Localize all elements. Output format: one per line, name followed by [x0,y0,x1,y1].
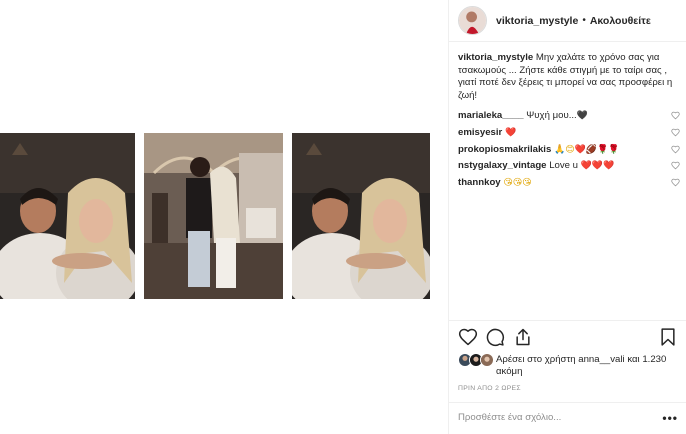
post-author-username[interactable]: viktoria_mystyle [496,15,578,27]
carousel-photo-1[interactable] [0,133,135,299]
football-emoji: 🏈 [585,143,598,154]
comment-username[interactable]: emisyesir [458,127,502,138]
rose-emoji: 🌹 [597,143,609,154]
post-actions [458,327,678,349]
post-media[interactable] [0,0,448,434]
comment-username[interactable]: marialeka____ [458,110,524,121]
carousel-photo-3[interactable] [292,133,430,299]
comments-list: viktoria_mystyle Μην χαλάτε το χρόνο σας… [458,52,680,192]
black-heart-emoji: 🖤 [576,110,588,121]
likes-text[interactable]: Αρέσει στο χρήστη anna__vali και 1.230 α… [496,353,678,378]
post-side-panel: viktoria_mystyle • Ακολουθείτε viktoria_… [448,0,686,434]
carousel-photo-2[interactable] [144,133,283,299]
photo-hug-image [144,133,283,299]
add-comment-divider [449,402,686,403]
comment-row: thannkoy 😘😘😘 [458,176,680,193]
following-button[interactable]: Ακολουθείτε [590,15,651,27]
photo-couple-image-2 [292,133,430,299]
comment-username[interactable]: nstygalaxy_vintage [458,160,547,171]
comment-row: marialeka____ Ψυχή μου...🖤 [458,109,680,126]
post-caption: viktoria_mystyle Μην χαλάτε το χρόνο σας… [458,52,680,102]
comment-text: Ψυχή μου... [523,110,577,122]
likes-summary[interactable]: Αρέσει στο χρήστη anna__vali και 1.230 α… [458,353,678,378]
comment-like-icon[interactable] [671,145,680,154]
folded-hands-emoji: 🙏 [553,143,566,154]
post-header: viktoria_mystyle • Ακολουθείτε [449,0,686,42]
bookmark-icon[interactable] [658,327,678,347]
comment-row: nstygalaxy_vintage Love u ❤️❤️❤️ [458,159,680,176]
kiss-emoji: 😘 [522,176,532,187]
red-heart-emoji: ❤️ [603,160,615,171]
kiss-emoji: 😘 [512,176,523,187]
red-heart-emoji: ❤️ [591,160,604,171]
red-heart-emoji: ❤️ [580,160,592,171]
photo-couple-image [0,133,135,299]
actions-divider [449,320,686,321]
avatar[interactable] [458,6,487,35]
post-timestamp[interactable]: ΠΡΙΝ ΑΠΟ 2 ΩΡΕΣ [458,385,521,392]
red-heart-emoji: ❤️ [504,126,517,137]
avatar [480,353,494,367]
speech-bubble-icon[interactable] [485,327,505,347]
caption-username[interactable]: viktoria_mystyle [458,52,533,63]
heart-outline-icon[interactable] [458,327,478,347]
comment-row: prokopiosmakrilakis 🙏😊❤️🏈🌹🌹 [458,143,680,160]
comment-like-icon[interactable] [671,111,680,120]
rose-emoji: 🌹 [608,143,620,154]
share-icon[interactable] [513,327,533,347]
comment-text: Love u [546,160,581,172]
red-heart-emoji: ❤️ [574,143,586,154]
liker-avatars [458,353,496,369]
more-options-icon[interactable]: ••• [662,412,678,424]
comment-like-icon[interactable] [671,128,680,137]
add-comment-form: ••• [458,412,678,428]
comment-like-icon[interactable] [671,161,680,170]
profile-picture-image [459,7,486,34]
smile-emoji: 😊 [565,143,575,154]
comment-username[interactable]: prokopiosmakrilakis [458,144,551,155]
comment-input[interactable] [458,412,643,423]
comment-like-icon[interactable] [671,178,680,187]
comment-username[interactable]: thannkoy [458,177,501,188]
kiss-emoji: 😘 [503,176,513,187]
header-separator: • [582,15,586,26]
comment-row: emisyesir ❤️ [458,126,680,143]
